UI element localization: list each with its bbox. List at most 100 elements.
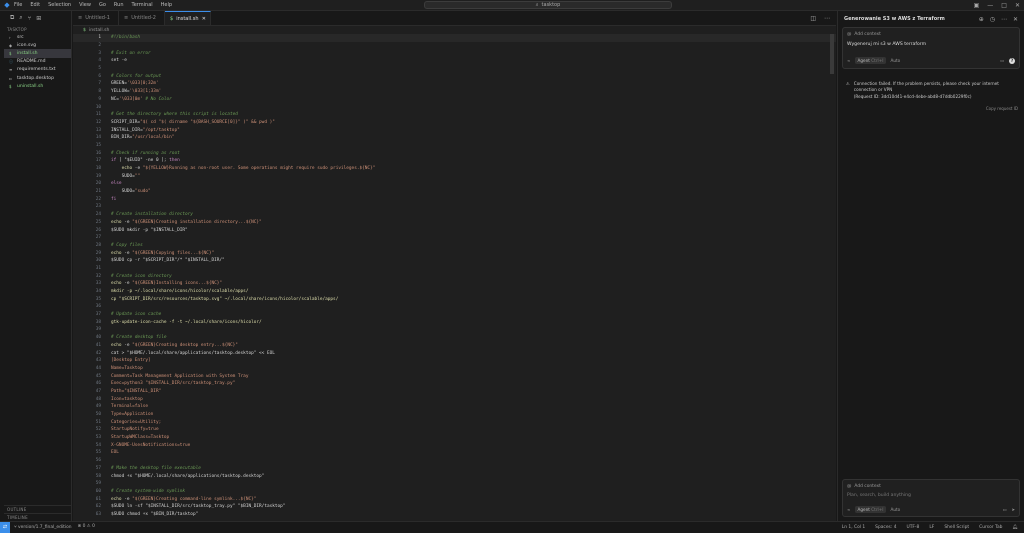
line-text: Terminal=false [111,404,148,409]
indentation[interactable]: Spaces: 4 [875,525,896,530]
close-panel-icon[interactable]: ✕ [1013,16,1018,23]
code-token: # Make the desktop file executable [111,465,201,471]
model-select-footer[interactable]: Auto [890,507,900,512]
line-text: # Create installation directory [111,212,193,217]
branch-indicator[interactable]: ⑂ version/1.7_final_edition [14,524,72,530]
tab-untitled-1[interactable]: ≡ Untitled-1 [73,11,119,25]
menu-item-selection[interactable]: Selection [48,2,71,8]
file-item[interactable]: $ uninstall.sh [4,82,71,90]
notifications-icon[interactable]: 🔔︎ [1012,525,1018,530]
menu-item-view[interactable]: View [79,2,91,8]
file-item[interactable]: ▫ tasktop.desktop [4,74,71,82]
source-control-icon[interactable]: ⑂ [28,15,32,22]
more-actions-icon[interactable]: ⋯ [824,15,830,22]
search-files-icon[interactable]: ⌕ [19,14,22,22]
language-mode[interactable]: Shell Script [944,525,969,530]
remote-icon[interactable]: ⇄ [0,521,10,533]
line-text: BIN_DIR="/usr/local/bin" [111,135,174,140]
tab-untitled-2[interactable]: ≡ Untitled-2 [119,11,165,25]
code-token: [ "$EUID" -ne 0 ]; [116,158,170,164]
new-chat-icon[interactable]: ⊕ [979,16,984,23]
model-select[interactable]: Auto [890,58,900,63]
breadcrumb[interactable]: $ install.sh [73,26,836,34]
line-number: 15 [95,142,101,148]
code-token: "${GREEN}Creating installation directory… [132,219,262,225]
history-icon[interactable]: ◷ [990,16,995,23]
code-token: BIN_DIR= [111,135,133,141]
agent-mode-select-footer[interactable]: Agent Ctrl+I [854,506,887,513]
code-token: -e [121,496,133,502]
maximize-icon[interactable]: □ [1001,2,1007,9]
line-text: if [ "$EUID" -ne 0 ]; then [111,158,180,163]
code-token: "${YELLOW}Running as non-root user. Some… [142,166,376,172]
code-line: 31 [73,265,836,273]
code-line: 59 [73,480,836,488]
agent-mode-select[interactable]: Agent Ctrl+I [854,57,887,64]
code-token: SCRIPT_DIR= [111,119,141,125]
line-number: 50 [95,412,101,418]
search-icon: ⌕ [535,2,539,8]
code-token: SUDO= [111,173,135,179]
menu-item-file[interactable]: File [14,2,22,8]
add-context-button[interactable]: @ Add context [847,32,1015,37]
line-text: $SUDO mkdir -p "$INSTALL_DIR" [111,228,188,233]
code-token: NC= [111,96,119,102]
tab-close-icon[interactable]: ✕ [202,16,206,22]
code-token: $SUDO cp -r "$SCRIPT_DIR"/* "$INSTALL_DI… [111,258,225,264]
file-item[interactable]: › src [4,33,71,41]
cursor-tab-status[interactable]: Cursor Tab [979,525,1002,530]
command-center-search[interactable]: ⌕ tasktop [424,1,672,9]
sidebar-section-outline[interactable]: OUTLINE [4,505,72,513]
chat-input-placeholder[interactable]: Plan, search, build anything [847,493,1015,498]
menu-item-run[interactable]: Run [114,2,124,8]
file-item[interactable]: $ install.sh [4,49,71,58]
file-item[interactable]: ◈ icon.svg [4,41,71,49]
image-attach-icon[interactable]: ▭ [1000,58,1004,63]
agent-infinity-icon-footer: ∞ [847,507,851,512]
copy-request-id-link[interactable]: Copy request ID [838,106,1024,111]
code-token: # Colors for output [111,73,162,79]
code-token: echo [111,281,122,287]
editor-scrollbar[interactable] [830,34,834,74]
layout-toggle-icon[interactable]: ▣ [974,2,980,9]
sidebar-section-timeline[interactable]: TIMELINE [4,513,72,521]
minimize-icon[interactable]: — [987,2,993,9]
extensions-icon[interactable]: ⊞ [36,15,41,22]
encoding[interactable]: UTF-8 [907,525,920,530]
code-token: "${GREEN}Installing icons...${NC}" [132,281,223,287]
line-text: # Exit on error [111,51,151,56]
close-icon[interactable]: ✕ [1015,2,1020,9]
menu-item-go[interactable]: Go [99,2,106,8]
line-number: 60 [95,488,101,494]
file-item[interactable]: ≡ requirements.txt [4,66,71,74]
code-editor[interactable]: 1 #!/bin/bash 2 3 # Exit on error 4 set -e 5 6 # … [73,34,836,521]
line-number: 9 [98,96,101,102]
menu-item-edit[interactable]: Edit [30,2,40,8]
code-line: 45 Comment=Task Management Application wi… [73,372,836,380]
line-text: Path="$INSTALL_DIR" [111,389,161,394]
image-attach-icon-footer[interactable]: ▭ [1003,507,1007,512]
files-icon[interactable]: ⧉ [10,14,14,22]
line-text: echo -e "${GREEN}Installing icons...${NC… [111,281,222,286]
add-context-button-footer[interactable]: @ Add context [847,484,1015,489]
explorer-section-title[interactable]: TASKTOP [4,25,71,33]
line-ending[interactable]: LF [929,525,934,530]
line-number: 63 [95,511,101,517]
cursor-position[interactable]: Ln 1, Col 1 [842,525,865,530]
tab-install-sh[interactable]: $ install.sh ✕ [165,11,211,25]
menu-item-terminal[interactable]: Terminal [132,2,153,8]
send-icon[interactable]: ➤ [1011,507,1015,512]
file-item[interactable]: ⓘ README.md [4,58,71,66]
menu-item-help[interactable]: Help [161,2,172,8]
more-icon[interactable]: ⋯ [1001,16,1007,23]
split-editor-icon[interactable]: ◫ [810,15,816,22]
code-line: 55 EOL [73,449,836,457]
chat-input-box[interactable]: @ Add context Plan, search, build anythi… [842,479,1020,517]
line-number: 38 [95,319,101,325]
help-icon[interactable]: ? [1009,57,1015,64]
code-token: "/opt/tasktop" [142,127,180,133]
problems-indicator[interactable]: ⊗ 0 ⚠ 0 [78,524,95,530]
code-line: 10 [73,103,836,111]
file-name: uninstall.sh [17,83,44,89]
line-text: # Create desktop file [111,335,167,340]
